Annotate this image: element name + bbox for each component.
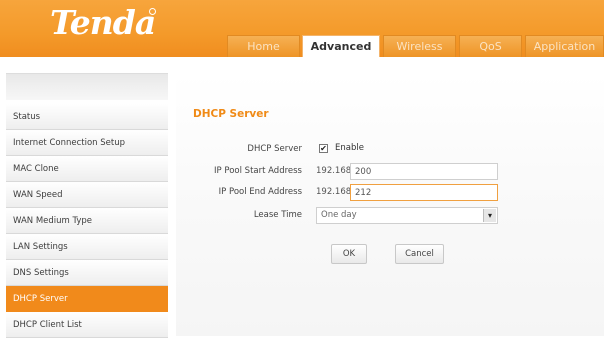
tab-qos[interactable]: QoS	[459, 35, 522, 57]
tab-advanced[interactable]: Advanced	[302, 35, 380, 58]
tab-application[interactable]: Application	[525, 35, 604, 57]
registered-mark-icon	[149, 8, 156, 15]
top-banner: Tenda Home Advanced Wireless QoS Applica…	[0, 0, 604, 58]
page-title: DHCP Server	[193, 108, 269, 120]
header-spacer	[0, 57, 604, 73]
pool-end-input[interactable]	[350, 184, 498, 201]
ok-button[interactable]: OK	[331, 244, 367, 264]
pool-start-label: IP Pool Start Address	[214, 166, 302, 176]
sidebar-item-dns-settings[interactable]: DNS Settings	[6, 260, 168, 286]
pool-end-label: IP Pool End Address	[218, 187, 302, 197]
sidebar-item-dhcp-client-list[interactable]: DHCP Client List	[6, 312, 168, 338]
lease-time-select[interactable]: One day ▾	[316, 207, 498, 224]
lease-time-value: One day	[321, 210, 357, 220]
enable-checkbox-label: Enable	[335, 143, 364, 153]
sidebar-item-wan-medium-type[interactable]: WAN Medium Type	[6, 208, 168, 234]
tab-home[interactable]: Home	[227, 35, 300, 57]
lease-time-label: Lease Time	[253, 210, 302, 220]
cancel-button[interactable]: Cancel	[395, 244, 444, 264]
enable-checkbox[interactable]: ✔	[319, 144, 328, 153]
sidebar-header-bar	[6, 73, 168, 100]
chevron-down-icon[interactable]: ▾	[483, 209, 496, 222]
sidebar-menu: Status Internet Connection Setup MAC Clo…	[0, 73, 168, 338]
dhcp-server-label: DHCP Server	[247, 144, 302, 154]
sidebar-item-internet-connection-setup[interactable]: Internet Connection Setup	[6, 130, 168, 156]
sidebar-item-status[interactable]: Status	[6, 104, 168, 130]
sidebar-item-dhcp-server[interactable]: DHCP Server	[6, 286, 168, 312]
tenda-logo: Tenda	[50, 3, 156, 42]
sidebar-item-mac-clone[interactable]: MAC Clone	[6, 156, 168, 182]
pool-start-input[interactable]	[350, 163, 498, 180]
tab-wireless[interactable]: Wireless	[383, 35, 456, 57]
sidebar-item-lan-settings[interactable]: LAN Settings	[6, 234, 168, 260]
sidebar-item-wan-speed[interactable]: WAN Speed	[6, 182, 168, 208]
